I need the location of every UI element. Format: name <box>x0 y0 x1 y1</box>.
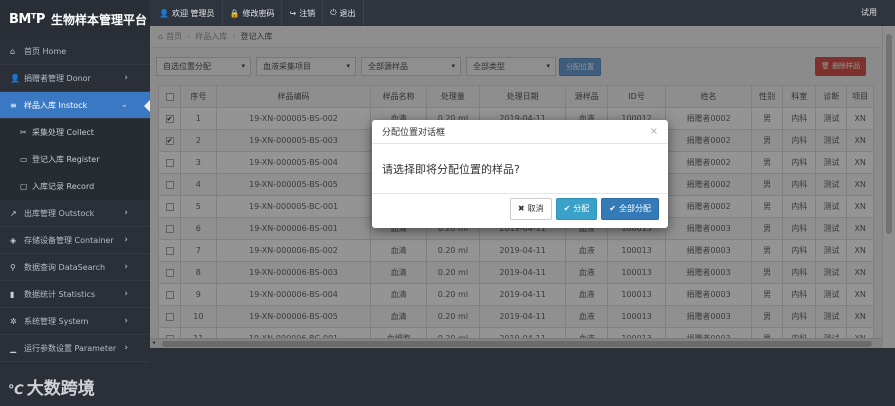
sidebar-subitem-label: 采集处理 Collect <box>32 128 94 137</box>
record-icon: ▢ <box>20 182 28 191</box>
sidebar-subitem-record[interactable]: ▢ 入库记录 Record <box>0 173 150 200</box>
check-icon: ✔ <box>609 204 616 213</box>
sidebar-item-datasearch[interactable]: ⚲ 数据查询 DataSearch › <box>0 254 150 281</box>
sidebar-item-label: 出库管理 Outstock <box>24 208 95 218</box>
sidebar-subitem-label: 登记入库 Register <box>32 155 100 164</box>
dialog-body: 请选择即将分配位置的样品? <box>372 144 668 194</box>
chevron-right-icon: › <box>124 235 128 245</box>
assign-location-dialog: 分配位置对话框 × 请选择即将分配位置的样品? ✖ 取消 ✔ 分配 ✔ 全部分配 <box>372 120 668 228</box>
trial-badge: 试用 <box>861 8 877 17</box>
sidebar-item-parameter[interactable]: ▁ 运行参数设置 Parameter › <box>0 335 150 362</box>
sidebar-item-system[interactable]: ✲ 系统管理 System › <box>0 308 150 335</box>
dialog-message: 请选择即将分配位置的样品? <box>382 162 520 176</box>
sidebar-item-instock[interactable]: ≡ 样品入库 Instock ⌄ <box>0 92 150 119</box>
chevron-right-icon: › <box>124 343 128 353</box>
user-icon: 👤 <box>159 8 169 18</box>
sidebar-item-label: 系统管理 System <box>24 316 89 326</box>
exit-link[interactable]: ⏻ 退出 <box>323 0 364 26</box>
sidebar-item-label: 存储设备管理 Container <box>24 235 114 245</box>
close-icon: ✖ <box>517 204 525 213</box>
chevron-right-icon: › <box>124 262 128 272</box>
dialog-header: 分配位置对话框 <box>372 120 668 144</box>
list-icon: ≡ <box>10 100 17 110</box>
check-circle-icon: ✔ <box>563 204 571 213</box>
sidebar-item-label: 数据统计 Statistics <box>24 289 96 299</box>
welcome-admin[interactable]: 👤 欢迎 管理员 <box>152 0 223 26</box>
sidebar-item-label: 数据查询 DataSearch <box>24 262 106 272</box>
search-icon: ⚲ <box>10 262 16 272</box>
lock-icon: 🔒 <box>229 8 240 18</box>
welcome-label: 欢迎 管理员 <box>171 8 215 18</box>
sidebar-item-label: 样品入库 Instock <box>24 100 88 110</box>
change-password-link[interactable]: 🔒 修改密码 <box>223 0 283 26</box>
exit-label: 退出 <box>339 8 356 18</box>
gear-icon: ✲ <box>10 316 17 326</box>
logout-link[interactable]: ↪ 注销 <box>282 0 324 26</box>
assign-all-button[interactable]: ✔ 全部分配 <box>601 198 659 220</box>
assign-label: 分配 <box>573 204 590 213</box>
sidebar-item-label: 捐赠者管理 Donor <box>24 73 91 83</box>
sidebar-item-statistics[interactable]: ▮ 数据统计 Statistics › <box>0 281 150 308</box>
tag-icon: ◈ <box>10 235 17 245</box>
app-logo: BMᵀP <box>9 11 45 27</box>
chevron-right-icon: › <box>124 316 128 326</box>
chevron-right-icon: › <box>124 208 128 218</box>
watermark: ℃ 大数跨境 <box>8 374 95 399</box>
power-icon: ⏻ <box>330 8 337 17</box>
sidebar-subitem-label: 入库记录 Record <box>32 182 95 191</box>
signal-icon: ▁ <box>10 343 17 353</box>
sidebar-subitem-register[interactable]: ▭ 登记入库 Register <box>0 146 150 173</box>
assign-all-label: 全部分配 <box>619 204 651 213</box>
top-nav: 👤 欢迎 管理员 🔒 修改密码 ↪ 注销 ⏻ 退出 <box>152 0 364 26</box>
cancel-label: 取消 <box>527 204 544 213</box>
assign-button[interactable]: ✔ 分配 <box>555 198 598 220</box>
bar-chart-icon: ▮ <box>10 289 15 299</box>
sidebar-item-label: 运行参数设置 Parameter <box>24 343 117 353</box>
watermark-text: 大数跨境 <box>26 379 95 399</box>
dialog-title: 分配位置对话框 <box>382 128 446 138</box>
sidebar-item-label: 首页 Home <box>24 46 67 56</box>
app-title: 生物样本管理平台 <box>50 12 147 27</box>
home-icon: ⌂ <box>10 46 16 56</box>
sidebar-item-home[interactable]: ⌂ 首页 Home <box>0 38 150 65</box>
outstock-icon: ↗ <box>10 208 17 218</box>
user-icon: 👤 <box>10 73 20 83</box>
sidebar-subitem-collect[interactable]: ✂ 采集处理 Collect <box>0 119 150 146</box>
sidebar-item-outstock[interactable]: ↗ 出库管理 Outstock › <box>0 200 150 227</box>
change-password-label: 修改密码 <box>242 8 275 18</box>
cancel-button[interactable]: ✖ 取消 <box>509 198 552 220</box>
app-brand: BMᵀP 生物样本管理平台 <box>0 0 150 38</box>
close-icon[interactable]: × <box>650 126 658 137</box>
app-window: 👤 欢迎 管理员 🔒 修改密码 ↪ 注销 ⏻ 退出 试用 BMᵀP 生物样本管理平台 ⌂… <box>0 0 895 406</box>
card-icon: ▭ <box>20 155 28 164</box>
sidebar-item-donor[interactable]: 👤 捐赠者管理 Donor › <box>0 65 150 92</box>
chevron-right-icon: › <box>124 289 128 299</box>
sidebar: ⌂ 首页 Home 👤 捐赠者管理 Donor › ≡ 样品入库 Instock ⌄ ✂ 采… <box>0 38 150 406</box>
chevron-right-icon: › <box>124 73 128 83</box>
chevron-down-icon: ⌄ <box>120 100 128 110</box>
logout-icon: ↪ <box>289 8 297 18</box>
scissors-icon: ✂ <box>20 128 27 137</box>
watermark-logo-icon: ℃ <box>8 383 24 398</box>
logout-label: 注销 <box>299 8 316 18</box>
sidebar-item-container[interactable]: ◈ 存储设备管理 Container › <box>0 227 150 254</box>
dialog-footer: ✖ 取消 ✔ 分配 ✔ 全部分配 <box>509 198 659 220</box>
